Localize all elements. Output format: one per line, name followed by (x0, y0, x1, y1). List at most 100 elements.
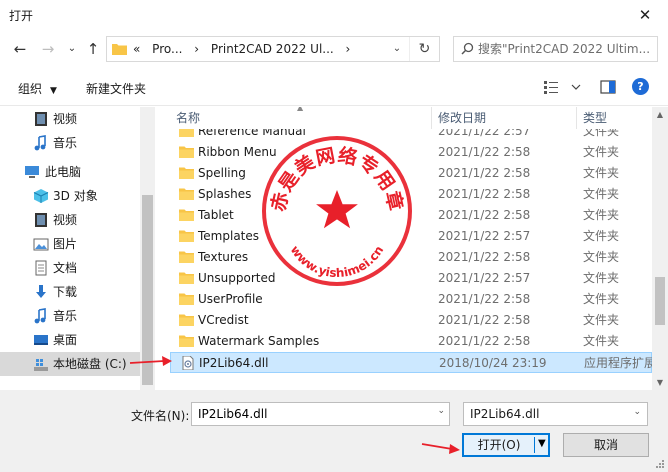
video-icon (35, 213, 47, 227)
scroll-down-icon[interactable]: ▼ (652, 378, 668, 387)
dialog-footer: 文件名(N): ⌄ IP2Lib64.dll ⌄ 打开(O) ▼ 取消 (0, 390, 668, 472)
folder-row[interactable]: UserProfile 2021/1/22 2:58 文件夹 (170, 289, 652, 310)
cancel-button[interactable]: 取消 (563, 433, 649, 457)
folder-row[interactable]: Unsupported 2021/1/22 2:57 文件夹 (170, 268, 652, 289)
folder-icon (179, 251, 194, 263)
music-icon (34, 308, 46, 324)
title-bar: 打开 ✕ (0, 0, 668, 30)
navigation-pane-scrollbar[interactable] (140, 107, 155, 390)
column-header-name[interactable]: 名称 (170, 107, 432, 129)
folder-icon (179, 188, 194, 200)
nav-item-this-pc[interactable]: 此电脑 (0, 160, 140, 184)
nav-item-downloads[interactable]: 下载 (0, 280, 140, 304)
desktop-icon (34, 335, 48, 345)
nav-item-3d-objects[interactable]: 3D 对象 (0, 184, 140, 208)
computer-icon (25, 166, 39, 178)
file-list: ▲ 名称 修改日期 类型 Reference Manual 2021/1/22 2… (170, 107, 652, 390)
up-arrow-icon[interactable]: ↑ (83, 39, 103, 59)
nav-item-videos-pc[interactable]: 视频 (0, 208, 140, 232)
folder-row[interactable]: VCredist 2021/1/22 2:58 文件夹 (170, 310, 652, 331)
folder-icon (179, 272, 194, 284)
breadcrumb-item-program-files[interactable]: Pro... (152, 42, 182, 56)
drive-icon (34, 359, 48, 371)
folder-icon (179, 230, 194, 242)
column-headers: ▲ 名称 修改日期 类型 (170, 107, 652, 129)
file-date: 2021/1/22 2:58 (438, 334, 531, 348)
address-field[interactable]: « Pro... › Print2CAD 2022 Ul... › ⌄ ↻ (106, 36, 440, 62)
open-button-label: 打开(O) (477, 438, 521, 452)
refresh-icon[interactable]: ↻ (409, 37, 439, 61)
file-type-filter-value: IP2Lib64.dll (470, 407, 540, 421)
scroll-up-icon[interactable]: ▲ (652, 110, 668, 119)
nav-item-pictures[interactable]: 图片 (0, 232, 140, 256)
annotation-arrow-icon (421, 443, 460, 454)
dll-file-icon (182, 356, 194, 370)
breadcrumb-separator-icon[interactable]: › (194, 42, 199, 56)
folder-row[interactable]: Watermark Samples 2021/1/22 2:58 文件夹 (170, 331, 652, 352)
file-date: 2021/1/22 2:58 (438, 292, 531, 306)
window-title: 打开 (9, 9, 34, 23)
nav-item-documents[interactable]: 文档 (0, 256, 140, 280)
pictures-icon (33, 238, 49, 251)
preview-pane-icon[interactable] (600, 79, 616, 95)
folder-row[interactable]: Templates 2021/1/22 2:57 文件夹 (170, 226, 652, 247)
file-list-scrollbar[interactable]: ▲ ▼ (652, 107, 668, 390)
column-header-type[interactable]: 类型 (577, 107, 652, 129)
breadcrumb-item-print2cad[interactable]: Print2CAD 2022 Ul... (211, 42, 334, 56)
breadcrumb-separator-icon[interactable]: › (346, 42, 351, 56)
forward-arrow-icon[interactable]: → (38, 39, 58, 59)
nav-item-music-pc[interactable]: 音乐 (0, 304, 140, 328)
address-dropdown-chevron-icon[interactable]: ⌄ (389, 37, 405, 61)
help-icon[interactable]: ? (632, 78, 649, 95)
file-type: 文件夹 (583, 292, 620, 306)
file-type: 文件夹 (583, 313, 620, 327)
file-date: 2021/1/22 2:58 (438, 166, 531, 180)
column-header-date[interactable]: 修改日期 (432, 107, 577, 129)
filename-dropdown-chevron-icon[interactable]: ⌄ (437, 406, 445, 416)
change-view-icon[interactable] (543, 79, 581, 95)
file-type-filter-chevron-icon: ⌄ (633, 407, 641, 417)
close-icon[interactable]: ✕ (622, 0, 668, 30)
file-name: Splashes (198, 187, 252, 201)
documents-icon (35, 260, 47, 276)
folder-row[interactable]: Spelling 2021/1/22 2:58 文件夹 (170, 163, 652, 184)
search-input[interactable] (476, 39, 656, 59)
filename-field[interactable]: ⌄ (191, 402, 450, 426)
file-date: 2021/1/22 2:58 (438, 208, 531, 222)
search-box[interactable] (453, 36, 658, 62)
file-date: 2021/1/22 2:58 (438, 145, 531, 159)
new-folder-button[interactable]: 新建文件夹 (86, 80, 146, 97)
organize-button[interactable]: 组织 ▼ (18, 80, 57, 97)
file-date: 2021/1/22 2:58 (438, 250, 531, 264)
open-button[interactable]: 打开(O) ▼ (462, 433, 550, 457)
breadcrumb: « Pro... › Print2CAD 2022 Ul... › (133, 37, 358, 61)
folder-row[interactable]: Splashes 2021/1/22 2:58 文件夹 (170, 184, 652, 205)
file-list-scrollbar-thumb[interactable] (655, 277, 665, 325)
download-icon (36, 285, 46, 298)
folder-icon (179, 209, 194, 221)
file-row[interactable]: IP2Lib64.dll 2018/10/24 23:19 应用程序扩展 (170, 352, 652, 373)
file-type-filter-select[interactable]: IP2Lib64.dll ⌄ (463, 402, 648, 426)
command-bar: 组织 ▼ 新建文件夹 ? (0, 68, 668, 106)
file-name: Templates (198, 229, 260, 243)
open-button-dropdown-icon[interactable]: ▼ (538, 438, 546, 449)
file-type: 应用程序扩展 (584, 356, 652, 370)
recent-locations-chevron-icon[interactable]: ⌄ (62, 39, 82, 59)
organize-caret-icon: ▼ (50, 86, 57, 96)
filename-label: 文件名(N): (131, 409, 190, 423)
folder-row[interactable]: Tablet 2021/1/22 2:58 文件夹 (170, 205, 652, 226)
nav-item-local-disk-c[interactable]: 本地磁盘 (C:) (0, 352, 140, 376)
folder-row[interactable]: Textures 2021/1/22 2:58 文件夹 (170, 247, 652, 268)
folder-icon (179, 293, 194, 305)
resize-grip-icon[interactable] (655, 459, 665, 469)
nav-item-desktop[interactable]: 桌面 (0, 328, 140, 352)
folder-icon (179, 146, 194, 158)
nav-item-music[interactable]: 音乐 (0, 131, 140, 155)
back-arrow-icon[interactable]: ← (10, 39, 30, 59)
nav-item-videos[interactable]: 视频 (0, 107, 140, 131)
file-type: 文件夹 (583, 208, 620, 222)
filename-input[interactable] (196, 405, 426, 423)
breadcrumb-overflow[interactable]: « (133, 42, 140, 56)
file-name: Spelling (198, 166, 246, 180)
folder-row[interactable]: Ribbon Menu 2021/1/22 2:58 文件夹 (170, 142, 652, 163)
